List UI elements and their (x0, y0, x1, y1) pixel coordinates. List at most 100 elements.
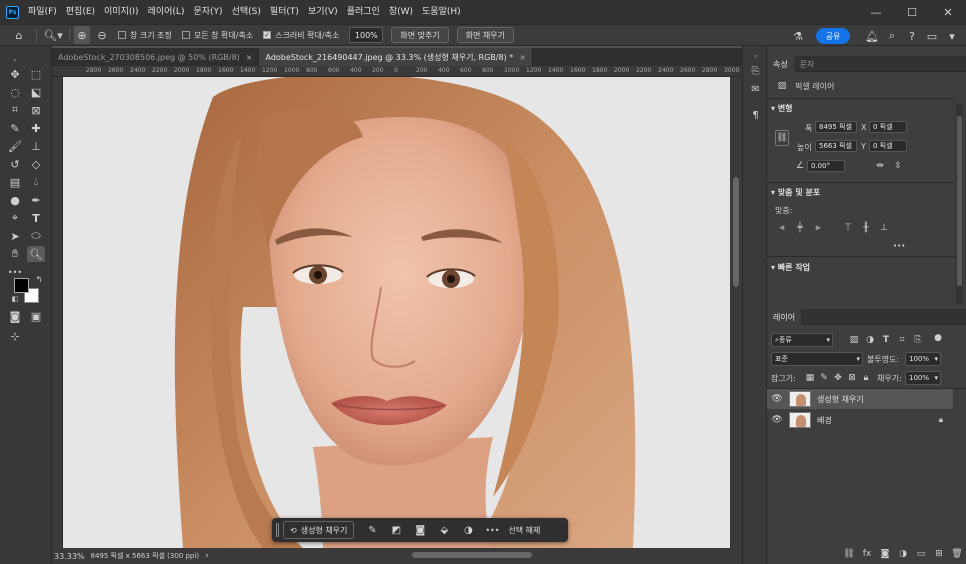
fill-screen-button[interactable]: 화면 채우기 (456, 27, 515, 43)
adjustment-layer-icon[interactable]: ◑ (456, 521, 480, 539)
search-icon[interactable]: ⌕ (882, 27, 902, 45)
default-colors-icon[interactable]: ◧ (10, 294, 20, 304)
share-button[interactable]: 공유 (816, 28, 850, 44)
lock-all-icon[interactable]: 🔒︎ (859, 372, 873, 384)
deselect-button[interactable]: 선택 해제 (508, 525, 540, 536)
tab-character[interactable]: 문자 (794, 56, 821, 72)
visibility-eye-icon[interactable]: 👁︎ (767, 394, 787, 404)
more-options-icon[interactable]: ••• (480, 521, 504, 539)
generative-tool-icon[interactable]: ⊹ (6, 328, 24, 344)
menu-plugins[interactable]: 플러그인 (344, 0, 383, 24)
tab-layers[interactable]: 레이어 (767, 309, 802, 325)
more-align-options[interactable]: ••• (893, 242, 905, 250)
width-field[interactable]: 8495 픽셀 (815, 121, 857, 133)
menu-file[interactable]: 파일(F) (25, 0, 60, 24)
close-tab-icon[interactable]: × (246, 53, 253, 62)
new-adjustment-icon[interactable]: ◑ (894, 549, 912, 559)
brush-tool-icon[interactable]: 🖌︎ (6, 138, 24, 154)
filter-shape-icon[interactable]: ⌗ (895, 334, 909, 346)
pen-tool-icon[interactable]: ✒ (27, 192, 45, 208)
filter-adjustment-icon[interactable]: ◑ (863, 334, 877, 346)
filter-smart-object-icon[interactable]: ⎘ (911, 334, 925, 346)
eraser-tool-icon[interactable]: ◇ (27, 156, 45, 172)
frame-tool-icon[interactable]: ⊠ (27, 102, 45, 118)
marquee-tool-icon[interactable]: ⬚ (27, 66, 45, 82)
object-selection-tool-icon[interactable]: ⬕ (27, 84, 45, 100)
blend-mode-select[interactable]: 표준 ▾ (771, 352, 863, 366)
vertical-scrollbar[interactable] (730, 77, 742, 548)
menu-edit[interactable]: 편집(E) (63, 0, 98, 24)
menu-image[interactable]: 이미지(I) (101, 0, 142, 24)
menu-filter[interactable]: 필터(T) (267, 0, 302, 24)
fill-field[interactable]: 100% ▾ (905, 371, 941, 385)
workspace-icon[interactable]: ▭ (922, 27, 942, 45)
checkbox-box-checked[interactable]: ✓ (263, 31, 272, 39)
tab-document-2[interactable]: AdobeStock_216490447.jpeg @ 33.3% (생성형 채… (259, 48, 533, 66)
layer-style-icon[interactable]: fx (858, 549, 876, 559)
flip-vertical-icon[interactable]: ⇳ (891, 160, 905, 172)
tab-properties[interactable]: 속성 (767, 56, 794, 72)
minimize-icon[interactable]: — (858, 0, 894, 24)
close-icon[interactable]: ✕ (930, 0, 966, 24)
resize-windows-checkbox[interactable]: 창 크기 조정 (118, 30, 172, 41)
transform-header[interactable]: ▾ 변형 (771, 103, 793, 114)
quick-actions-header[interactable]: ▾ 빠른 작업 (771, 262, 810, 273)
zoom-in-icon[interactable]: ⊕ (74, 26, 90, 44)
drag-handle[interactable] (276, 523, 279, 537)
swap-colors-icon[interactable]: ↰ (34, 274, 44, 284)
delete-layer-icon[interactable]: 🗑︎ (948, 549, 966, 559)
bell-icon[interactable]: 🔔︎ (862, 27, 882, 45)
y-field[interactable]: 0 픽셀 (869, 140, 907, 152)
lock-position-icon[interactable]: ✥ (831, 372, 845, 384)
gradient-tool-icon[interactable]: ▤ (6, 174, 24, 190)
scrollbar-thumb[interactable] (733, 177, 739, 287)
properties-scrollbar[interactable] (956, 104, 963, 304)
align-left-icon[interactable]: ⫷ (775, 222, 789, 234)
layer-row[interactable]: 👁︎ 배경 🔒︎ (767, 410, 953, 430)
angle-field[interactable]: 0.00° (807, 160, 845, 172)
quick-mask-icon[interactable]: ◙ (6, 308, 24, 324)
paragraph-panel-icon[interactable]: ¶ (748, 108, 763, 123)
align-top-icon[interactable]: ⊤ (841, 222, 855, 234)
zoom-tool-icon[interactable]: 🔍︎ (27, 246, 45, 262)
menu-window[interactable]: 창(W) (386, 0, 416, 24)
crop-tool-icon[interactable]: ⌗ (6, 102, 24, 118)
tab-document-1[interactable]: AdobeStock_270308506.jpeg @ 50% (RGB/8) … (52, 48, 260, 66)
layer-filter-select[interactable]: ⌕ 종류 ▾ (771, 333, 833, 347)
filter-toggle-icon[interactable]: ● (931, 332, 945, 344)
status-menu-arrow[interactable]: › (205, 551, 209, 561)
foreground-color-swatch[interactable] (14, 278, 29, 293)
layer-name[interactable]: 배경 (817, 415, 832, 426)
menu-type[interactable]: 문자(Y) (190, 0, 225, 24)
menu-select[interactable]: 선택(S) (229, 0, 264, 24)
align-bottom-icon[interactable]: ⊥ (877, 222, 891, 234)
menu-layer[interactable]: 레이어(L) (145, 0, 188, 24)
zoom-readout[interactable]: 33.33% (54, 552, 85, 561)
zoom-all-checkbox[interactable]: 모든 창 확대/축소 (181, 30, 253, 41)
height-field[interactable]: 5663 픽셀 (815, 140, 857, 152)
scrubby-zoom-checkbox[interactable]: ✓ 스크러비 확대/축소 (263, 30, 339, 41)
hand-tool-icon[interactable]: ✋︎ (6, 246, 24, 262)
lock-artboard-icon[interactable]: ⊠ (845, 372, 859, 384)
checkbox-box[interactable] (118, 31, 126, 39)
clone-stamp-tool-icon[interactable]: ⊥ (27, 138, 45, 154)
dodge-tool-icon[interactable]: ● (6, 192, 24, 208)
help-icon[interactable]: ? (902, 27, 922, 45)
zoom-value-field[interactable]: 100% (349, 27, 384, 43)
eyedropper-tool-icon[interactable]: ✎ (6, 120, 24, 136)
maximize-icon[interactable]: ☐ (894, 0, 930, 24)
move-tool-icon[interactable]: ✥ (6, 66, 24, 82)
invert-selection-icon[interactable]: ◩ (384, 521, 408, 539)
new-layer-icon[interactable]: ⊞ (930, 549, 948, 559)
flask-icon[interactable]: ⚗ (788, 27, 808, 45)
scrollbar-thumb[interactable] (957, 116, 962, 286)
visibility-eye-icon[interactable]: 👁︎ (767, 415, 787, 425)
lock-image-icon[interactable]: ✎ (817, 372, 831, 384)
path-selection-tool-icon[interactable]: ➤ (6, 228, 24, 244)
layer-row[interactable]: 👁︎ 생성형 채우기 (767, 389, 953, 409)
checkbox-box[interactable] (181, 31, 190, 39)
add-mask-icon[interactable]: ◙ (876, 549, 894, 559)
zoom-out-icon[interactable]: ⊖ (94, 26, 110, 44)
menu-help[interactable]: 도움말(H) (419, 0, 464, 24)
lasso-tool-icon[interactable]: ◌ (6, 84, 24, 100)
